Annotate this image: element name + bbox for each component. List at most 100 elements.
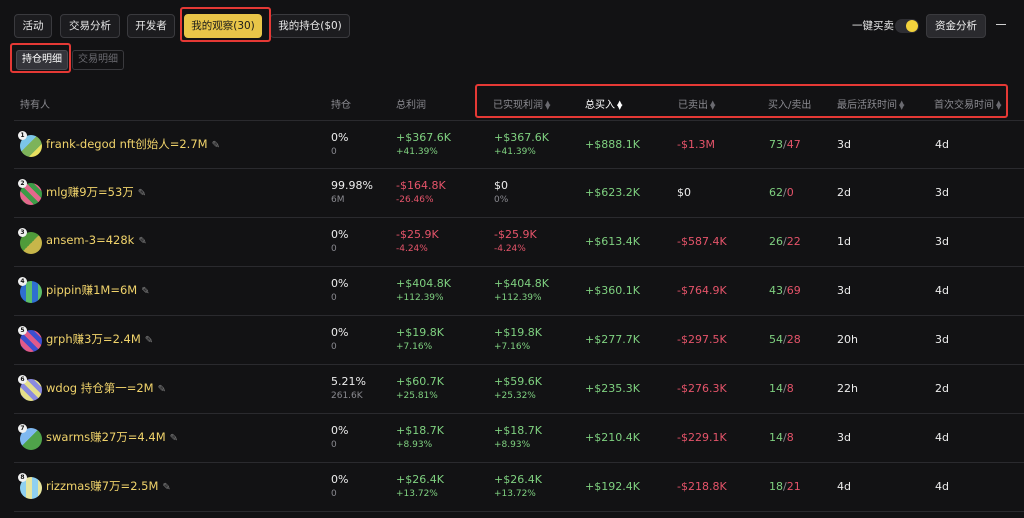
position-amount: 6M [331, 195, 345, 205]
edit-pencil-icon[interactable]: ✎ [170, 433, 178, 444]
realized-profit-pct: -4.24% [494, 244, 526, 254]
holder-name[interactable]: wdog 持仓第一=2M ✎ [46, 380, 166, 396]
sell-count: 69 [786, 284, 801, 297]
buy-count: 18 [769, 480, 783, 493]
last-active: 2d [837, 186, 851, 199]
rank-badge: 2 [18, 179, 27, 188]
rank-badge: 1 [18, 131, 27, 140]
holder-name-text: frank-degod nft创始人=2.7M [46, 137, 208, 151]
realized-profit-pct: +25.32% [494, 391, 536, 401]
total-profit: -$25.9K [396, 228, 439, 241]
total-bought: +$210.4K [585, 431, 640, 444]
total-profit-pct: +25.81% [396, 391, 438, 401]
minimize-icon[interactable] [996, 24, 1006, 25]
one-click-trade-toggle[interactable] [895, 19, 919, 33]
tab-developer[interactable]: 开发者 [127, 14, 175, 38]
tab-my-holdings[interactable]: 我的持仓($0) [270, 14, 350, 38]
rank-badge: 6 [18, 375, 27, 384]
table-row[interactable]: 6 wdog 持仓第一=2M ✎ 5.21% 261.6K +$60.7K +25… [14, 365, 1024, 414]
realized-profit-pct: +41.39% [494, 147, 536, 157]
holder-name[interactable]: swarms赚27万=4.4M ✎ [46, 429, 178, 445]
holder-name-text: wdog 持仓第一=2M [46, 381, 154, 395]
holder-name[interactable]: rizzmas赚7万=2.5M ✎ [46, 478, 171, 494]
top-tab-bar: 活动 交易分析 开发者 我的观察(30) 我的持仓($0) 一键买卖 资金分析 [0, 0, 1024, 50]
total-profit-pct: -26.46% [396, 195, 434, 205]
first-trade: 4d [935, 284, 949, 297]
table-row[interactable]: 7 swarms赚27万=4.4M ✎ 0% 0 +$18.7K +8.93% +… [14, 414, 1024, 463]
buy-count: 54 [769, 333, 783, 346]
sell-count: 0 [786, 186, 794, 199]
realized-profit: +$26.4K [494, 473, 542, 486]
table-row[interactable]: 3 ansem-3=428k ✎ 0% 0 -$25.9K -4.24% -$25… [14, 218, 1024, 267]
total-profit-pct: +112.39% [396, 293, 444, 303]
position-pct: 0% [331, 424, 349, 437]
edit-pencil-icon[interactable]: ✎ [158, 384, 166, 395]
edit-pencil-icon[interactable]: ✎ [145, 335, 153, 346]
table-row[interactable]: 5 grph赚3万=2.4M ✎ 0% 0 +$19.8K +7.16% +$19… [14, 316, 1024, 365]
buy-count: 14 [769, 382, 783, 395]
total-profit: -$164.8K [396, 179, 446, 192]
funds-analysis-button[interactable]: 资金分析 [926, 14, 986, 38]
holder-name[interactable]: pippin赚1M=6M ✎ [46, 282, 150, 298]
tab-trade-analysis[interactable]: 交易分析 [60, 14, 120, 38]
buy-count: 62 [769, 186, 783, 199]
rank-badge: 3 [18, 228, 27, 237]
last-active: 1d [837, 235, 851, 248]
realized-profit: +$59.6K [494, 375, 542, 388]
header-position: 持仓 [331, 100, 351, 111]
total-bought: +$235.3K [585, 382, 640, 395]
position-amount: 0 [331, 342, 337, 352]
total-profit: +$19.8K [396, 326, 444, 339]
position-amount: 0 [331, 440, 337, 450]
table-row[interactable]: 1 frank-degod nft创始人=2.7M ✎ 0% 0 +$367.6K… [14, 120, 1024, 169]
rank-badge: 7 [18, 424, 27, 433]
sell-count: 28 [786, 333, 801, 346]
total-profit-pct: +8.93% [396, 440, 433, 450]
buy-sell-count: 14/8 [769, 382, 794, 395]
holder-name[interactable]: frank-degod nft创始人=2.7M ✎ [46, 136, 220, 152]
buy-sell-count: 26/22 [769, 235, 801, 248]
edit-pencil-icon[interactable]: ✎ [138, 188, 146, 199]
rank-badge: 5 [18, 326, 27, 335]
first-trade: 4d [935, 431, 949, 444]
holder-name[interactable]: grph赚3万=2.4M ✎ [46, 331, 153, 347]
buy-sell-count: 54/28 [769, 333, 801, 346]
edit-pencil-icon[interactable]: ✎ [141, 286, 149, 297]
holder-name[interactable]: mlg赚9万=53万 ✎ [46, 184, 146, 200]
holder-name-text: rizzmas赚7万=2.5M [46, 479, 159, 493]
realized-profit: +$404.8K [494, 277, 549, 290]
header-holder: 持有人 [20, 100, 50, 111]
first-trade: 4d [935, 138, 949, 151]
sell-count: 22 [786, 235, 801, 248]
holder-name[interactable]: ansem-3=428k ✎ [46, 233, 147, 247]
one-click-trade-label: 一键买卖 [852, 20, 894, 32]
holder-name-text: grph赚3万=2.4M [46, 332, 141, 346]
subtab-trade-details[interactable]: 交易明细 [72, 50, 124, 70]
total-bought: +$277.7K [585, 333, 640, 346]
tab-activity[interactable]: 活动 [14, 14, 52, 38]
realized-profit-pct: +112.39% [494, 293, 542, 303]
table-row[interactable]: 8 rizzmas赚7万=2.5M ✎ 0% 0 +$26.4K +13.72% … [14, 463, 1024, 512]
realized-profit: $0 [494, 179, 508, 192]
realized-profit-pct: +13.72% [494, 489, 536, 499]
table-row[interactable]: 2 mlg赚9万=53万 ✎ 99.98% 6M -$164.8K -26.46%… [14, 169, 1024, 218]
first-trade: 3d [935, 235, 949, 248]
total-profit: +$404.8K [396, 277, 451, 290]
total-profit-pct: +7.16% [396, 342, 433, 352]
table-row[interactable]: 4 pippin赚1M=6M ✎ 0% 0 +$404.8K +112.39% +… [14, 267, 1024, 316]
edit-pencil-icon[interactable]: ✎ [138, 236, 146, 247]
realized-profit: -$25.9K [494, 228, 537, 241]
edit-pencil-icon[interactable]: ✎ [212, 140, 220, 151]
position-pct: 99.98% [331, 179, 373, 192]
edit-pencil-icon[interactable]: ✎ [162, 482, 170, 493]
last-active: 3d [837, 284, 851, 297]
realized-profit-pct: +7.16% [494, 342, 531, 352]
total-profit: +$60.7K [396, 375, 444, 388]
total-sold: -$764.9K [677, 284, 727, 297]
total-bought: +$623.2K [585, 186, 640, 199]
buy-count: 14 [769, 431, 783, 444]
total-sold: $0 [677, 186, 691, 199]
realized-profit-pct: +8.93% [494, 440, 531, 450]
position-pct: 5.21% [331, 375, 366, 388]
realized-profit: +$19.8K [494, 326, 542, 339]
